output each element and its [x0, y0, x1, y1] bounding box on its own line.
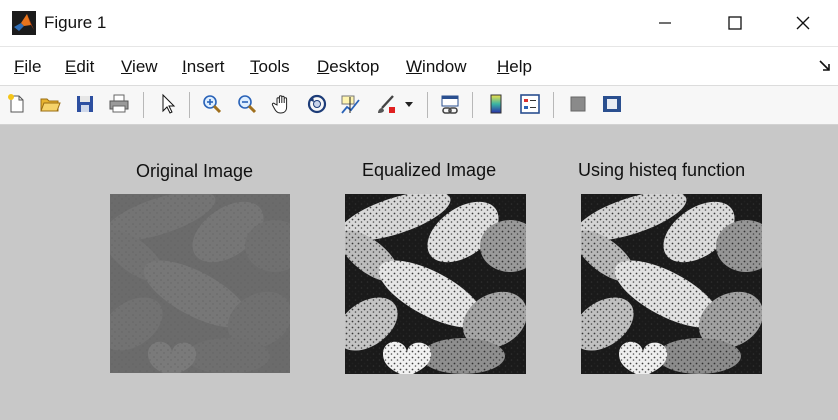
open-file-button[interactable] — [37, 91, 63, 117]
pan-hand-icon — [271, 95, 288, 114]
print-icon — [109, 94, 129, 113]
hide-plot-tools-button[interactable] — [565, 91, 591, 117]
menu-desktop[interactable]: Desktop — [317, 57, 379, 77]
link-plot-icon — [441, 95, 459, 114]
edit-plot-arrow-icon — [162, 93, 176, 114]
brush-icon — [378, 95, 395, 113]
histeq-image — [581, 194, 762, 374]
show-plot-tools-button[interactable] — [599, 91, 625, 117]
legend-icon — [520, 94, 540, 114]
axes-title-histeq: Using histeq function — [578, 160, 746, 180]
insert-colorbar-button[interactable] — [483, 91, 509, 117]
data-cursor-button[interactable] — [338, 91, 364, 117]
menu-tools[interactable]: Tools — [250, 57, 290, 77]
zoom-in-icon — [203, 95, 222, 114]
link-plot-button[interactable] — [437, 91, 463, 117]
open-file-icon — [40, 98, 61, 112]
print-button[interactable] — [106, 91, 132, 117]
new-figure-button[interactable] — [4, 91, 30, 117]
equalized-image — [345, 194, 526, 374]
zoom-out-icon — [238, 95, 257, 114]
rotate-3d-icon — [307, 94, 327, 114]
zoom-out-button[interactable] — [234, 91, 260, 117]
toolbar-separator — [427, 92, 428, 118]
minimize-button[interactable] — [630, 0, 700, 46]
close-icon — [796, 16, 810, 30]
original-image — [110, 194, 290, 373]
menu-bar: File Edit View Insert Tools Desktop Wind… — [0, 47, 838, 86]
maximize-button[interactable] — [700, 0, 770, 46]
maximize-icon — [728, 16, 742, 30]
figure-toolbar — [0, 86, 838, 125]
matlab-figure-window: Figure 1 File Edit View Insert Tools Des… — [0, 0, 838, 420]
matlab-logo-icon — [12, 11, 36, 35]
brush-dropdown-button[interactable] — [401, 91, 417, 117]
axes-title-equalized: Equalized Image — [362, 160, 497, 180]
new-figure-icon — [8, 94, 24, 113]
edit-plot-button[interactable] — [155, 91, 181, 117]
show-plot-tools-icon — [603, 96, 621, 112]
original-image-axes — [110, 194, 290, 373]
menu-insert[interactable]: Insert — [182, 57, 225, 77]
equalized-image-axes — [345, 194, 526, 374]
title-bar: Figure 1 — [0, 0, 838, 47]
window-title: Figure 1 — [44, 13, 107, 32]
menu-window[interactable]: Window — [406, 57, 466, 77]
menu-help[interactable]: Help — [497, 57, 532, 77]
dock-figure-icon[interactable] — [818, 59, 832, 73]
close-button[interactable] — [768, 0, 838, 46]
rotate-3d-button[interactable] — [304, 91, 330, 117]
hide-plot-tools-icon — [570, 96, 586, 112]
toolbar-separator — [189, 92, 190, 118]
brush-dropdown-icon — [405, 102, 413, 107]
axes-title-original: Original Image — [136, 161, 254, 181]
insert-legend-button[interactable] — [517, 91, 543, 117]
histeq-image-axes — [581, 194, 762, 374]
menu-file[interactable]: File — [14, 57, 41, 77]
toolbar-separator — [553, 92, 554, 118]
menu-edit[interactable]: Edit — [65, 57, 94, 77]
minimize-icon — [659, 22, 671, 24]
toolbar-separator — [472, 92, 473, 118]
zoom-in-button[interactable] — [199, 91, 225, 117]
data-cursor-icon — [341, 95, 360, 114]
toolbar-separator — [143, 92, 144, 118]
menu-view[interactable]: View — [121, 57, 158, 77]
save-icon — [77, 96, 93, 112]
save-button[interactable] — [72, 91, 98, 117]
figure-canvas: Original Image Equalized Image Using his… — [0, 125, 838, 420]
colorbar-icon — [490, 94, 502, 114]
pan-button[interactable] — [269, 91, 295, 117]
brush-button[interactable] — [373, 91, 399, 117]
